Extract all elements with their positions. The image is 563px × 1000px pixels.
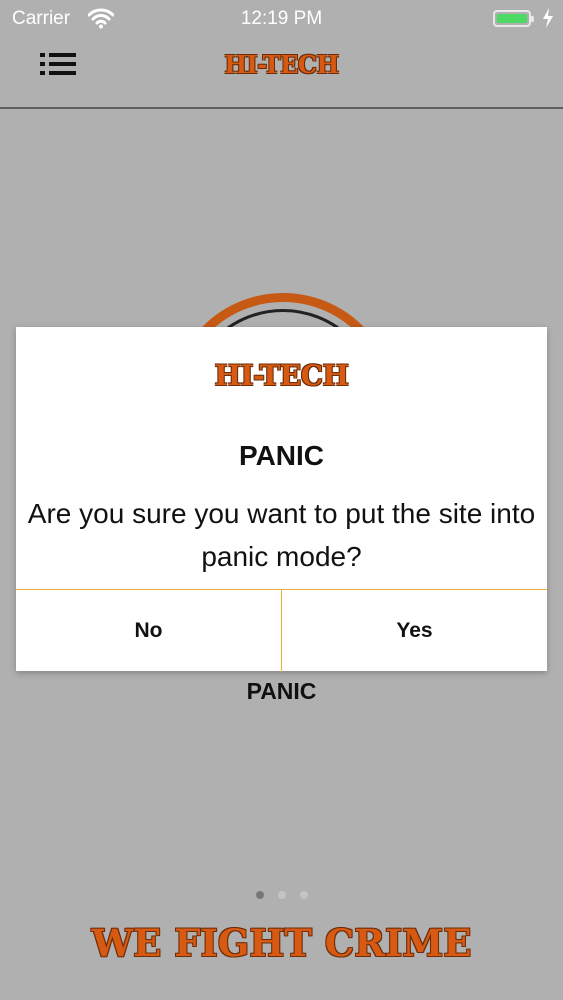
clock: 12:19 PM xyxy=(240,8,323,29)
charging-bolt-icon xyxy=(543,8,553,28)
dialog-button-row: No Yes xyxy=(16,589,547,672)
nav-bar: HI-TECH xyxy=(0,40,563,109)
dialog-title: PANIC xyxy=(238,440,325,471)
dialog-message: Are you sure you want to put the site in… xyxy=(27,498,536,572)
nav-title: HI-TECH xyxy=(224,50,339,79)
page-dot-3[interactable] xyxy=(299,891,308,899)
yes-button[interactable]: Yes xyxy=(282,590,547,672)
status-bar: Carrier 12:19 PM xyxy=(0,0,563,40)
page-dot-2[interactable] xyxy=(277,891,286,899)
page-indicator[interactable] xyxy=(0,886,563,904)
no-button[interactable]: No xyxy=(16,590,282,672)
dialog-brand: HI-TECH xyxy=(214,359,349,392)
panic-confirm-dialog: HI-TECH PANIC Are you sure you want to p… xyxy=(16,327,547,672)
battery-icon xyxy=(493,10,534,27)
battery-level xyxy=(497,14,527,23)
page-dot-1[interactable] xyxy=(255,891,264,899)
page-label: PANIC xyxy=(246,678,317,704)
slogan: WE FIGHT CRIME xyxy=(91,921,472,965)
